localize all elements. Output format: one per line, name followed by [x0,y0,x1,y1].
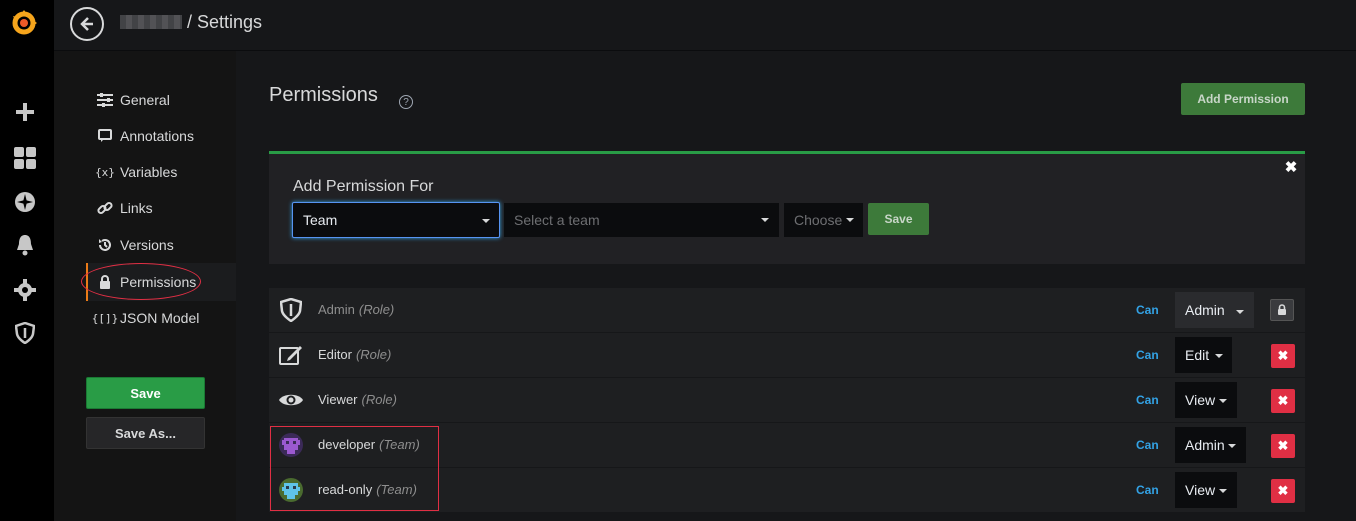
sidebar-item-json-model[interactable]: {[]} JSON Model [91,306,200,330]
save-as-button[interactable]: Save As... [86,417,205,449]
link-icon [95,200,115,216]
top-navbar: / Settings [54,0,1356,51]
panel-save-button[interactable]: Save [868,203,929,235]
permission-select[interactable]: View [1175,382,1237,418]
permission-value: View [1185,482,1216,498]
sidebar-item-label: Annotations [120,128,194,144]
caret-down-icon [846,218,854,222]
permission-level-select[interactable]: Choose [784,203,863,237]
sliders-icon [95,93,115,107]
caret-down-icon [1219,489,1227,493]
lock-icon [1270,299,1294,321]
remove-button[interactable]: ✖ [1271,389,1295,413]
permission-value: Admin [1185,302,1225,318]
row-name: Editor (Role) [318,347,392,362]
dashboards-grid-icon[interactable] [13,146,37,170]
sidebar-item-label: JSON Model [120,310,200,326]
close-icon: ✖ [1277,438,1289,453]
caret-down-icon [1215,354,1223,358]
plus-icon[interactable] [13,100,37,124]
sidebar-item-label: General [120,92,170,108]
caret-down-icon [1228,444,1236,448]
remove-button[interactable]: ✖ [1271,479,1295,503]
permission-select: Admin [1175,292,1254,328]
permission-value: View [1185,392,1216,408]
close-icon: ✖ [1277,483,1289,498]
permission-row-editor: Editor (Role) Can Edit ✖ [269,333,1305,377]
select-placeholder: Choose [794,212,843,228]
can-label: Can [1136,483,1159,497]
caret-down-icon [1236,310,1244,314]
arrow-left-icon [80,17,93,31]
can-label: Can [1136,393,1159,407]
brackets-icon: {[]} [91,311,119,325]
permission-type-select[interactable]: Team [292,202,500,238]
annotation-rectangle [270,426,439,511]
sidebar-item-label: Links [120,200,153,216]
select-value: Team [303,212,338,228]
sidebar-item-links[interactable]: Links [95,196,153,220]
can-label: Can [1136,303,1159,317]
sidebar-item-variables[interactable]: {x} Variables [95,160,177,184]
caret-down-icon [482,219,490,223]
can-label: Can [1136,348,1159,362]
edit-icon [277,341,305,369]
permission-select[interactable]: View [1175,472,1237,508]
compass-explore-icon[interactable] [13,190,37,214]
remove-button[interactable]: ✖ [1271,344,1295,368]
sidebar-item-annotations[interactable]: Annotations [95,124,194,148]
bell-alerting-icon[interactable] [13,233,37,257]
can-label: Can [1136,438,1159,452]
select-placeholder: Select a team [514,212,600,228]
grafana-logo-icon[interactable] [9,8,39,38]
sidebar-item-general[interactable]: General [95,88,170,112]
history-icon [95,237,115,253]
page-title: Permissions [269,84,378,106]
close-icon[interactable]: ✖ [1284,160,1298,175]
permission-row-viewer: Viewer (Role) Can View ✖ [269,378,1305,422]
redacted-dashboard-name[interactable] [120,15,182,29]
annotation-ellipse [81,263,201,300]
sidebar-item-label: Variables [120,164,178,180]
close-icon: ✖ [1277,348,1289,363]
close-icon: ✖ [1277,393,1289,408]
sidebar-item-versions[interactable]: Versions [95,233,174,257]
question-circle-icon[interactable]: ? [399,95,413,109]
comment-icon [95,129,115,143]
gear-configuration-icon[interactable] [13,278,37,302]
caret-down-icon [1219,399,1227,403]
permission-select[interactable]: Edit [1175,337,1232,373]
permission-select[interactable]: Admin [1175,427,1246,463]
panel-title: Add Permission For [293,178,434,195]
shield-admin-icon[interactable] [13,321,37,345]
permission-value: Edit [1185,347,1210,363]
shield-role-icon [277,296,305,324]
breadcrumb-settings: / Settings [187,12,263,32]
caret-down-icon [761,218,769,222]
side-menu-rail [0,0,54,521]
team-picker-select[interactable]: Select a team [504,203,779,237]
variable-icon: {x} [95,165,115,179]
remove-button[interactable]: ✖ [1271,434,1295,458]
save-button[interactable]: Save [86,377,205,409]
sidebar-item-label: Versions [120,237,174,253]
back-button[interactable] [70,7,104,41]
permission-row-admin: Admin (Role) Can Admin [269,288,1305,332]
row-name: Viewer (Role) [318,392,397,407]
row-name: Admin (Role) [318,302,395,317]
permission-value: Admin [1185,437,1225,453]
eye-icon [277,386,305,414]
add-permission-button[interactable]: Add Permission [1181,83,1305,115]
